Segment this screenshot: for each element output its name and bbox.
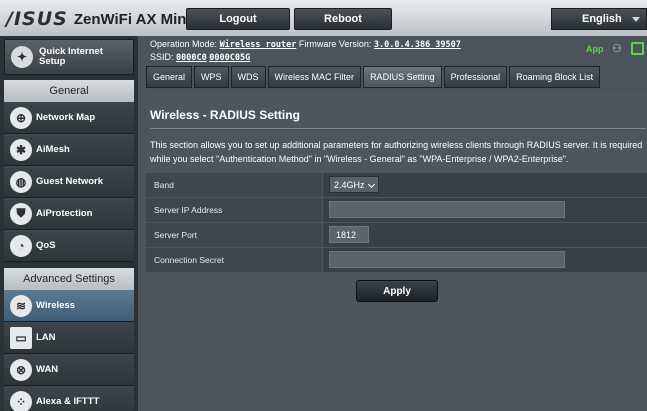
server-port-row: Server Port [146,223,647,248]
tab-radius-setting[interactable]: RADIUS Setting [363,66,442,88]
sidebar-item-aiprotection[interactable]: ⛊ AiProtection [4,198,134,230]
tab-roaming-block-list[interactable]: Roaming Block List [509,66,601,88]
language-label: English [582,13,622,25]
band-label: Band [146,173,322,197]
title-divider [150,128,646,129]
connection-secret-input[interactable] [329,251,565,268]
op-mode-link[interactable]: Wireless router [220,40,297,50]
sidebar-item-lan[interactable]: ▭ LAN [4,322,134,354]
alexa-icon: ⁘ [10,390,32,411]
sidebar: ✦ Quick Internet Setup General ⊕ Network… [0,36,138,411]
server-ip-cell [323,198,647,222]
server-port-cell [323,223,647,247]
radius-settings-panel: Wireless - RADIUS Setting This section a… [146,92,647,411]
firmware-label: Firmware Version: [298,39,372,49]
band-row: Band 2.4GHz [146,173,647,198]
tab-wps[interactable]: WPS [194,66,229,88]
sidebar-item-aimesh[interactable]: ✱ AiMesh [4,134,134,166]
ssid-5g-link[interactable]: 0000C05G [209,53,250,63]
server-port-input[interactable] [329,226,369,243]
network-map-icon: ⊕ [10,106,32,129]
op-mode-label: Operation Mode: [150,39,218,49]
ssid-label: SSID: [150,52,174,62]
app-link[interactable]: App [586,44,604,54]
advanced-section-title: Advanced Settings [4,268,134,290]
monitor-icon: ▭ [10,326,32,349]
logout-button[interactable]: Logout [186,8,290,30]
band-select[interactable]: 2.4GHz [329,176,379,193]
sidebar-item-qos[interactable]: ◔ QoS [4,230,134,262]
user-icon[interactable]: ⚇ [612,43,624,55]
firmware-link[interactable]: 3.0.0.4.386_39507 [374,40,461,50]
wifi-icon: ≋ [10,294,32,317]
globe-icon: ⊗ [10,358,32,381]
shield-icon: ⛊ [10,202,32,225]
sidebar-item-label: WAN [36,364,59,375]
tab-wds[interactable]: WDS [230,66,266,88]
ssid-24g-link[interactable]: 0000C0 [176,53,207,63]
wand-icon: ✦ [11,46,33,68]
connection-secret-cell [323,248,647,272]
tab-general[interactable]: General [146,66,193,88]
connection-secret-label: Connection Secret [146,248,322,272]
sidebar-item-label: Guest Network [36,176,104,187]
top-bar: /ISUS ZenWiFi AX Mini Logout Reboot Engl… [0,0,647,36]
sidebar-item-guest-network[interactable]: ◍ Guest Network [4,166,134,198]
quick-setup-label: Quick Internet Setup [39,46,103,67]
band-value-cell: 2.4GHz [323,173,647,197]
connection-secret-row: Connection Secret [146,248,647,273]
apply-button[interactable]: Apply [356,280,438,302]
page-title: Wireless - RADIUS Setting [150,108,300,122]
sidebar-item-label: Network Map [36,112,96,123]
guest-network-icon: ◍ [10,170,32,193]
sidebar-item-label: Wireless [36,300,75,311]
sidebar-item-network-map[interactable]: ⊕ Network Map [4,102,134,134]
sidebar-item-label: QoS [36,240,56,251]
status-info: Operation Mode: Wireless router Firmware… [150,38,461,64]
page-description: This section allows you to set up additi… [150,140,643,164]
model-name: ZenWiFi AX Mini [73,10,191,28]
tab-wireless-mac-filter[interactable]: Wireless MAC Filter [267,66,362,88]
sidebar-item-wan[interactable]: ⊗ WAN [4,354,134,386]
server-ip-input[interactable] [329,201,565,218]
sidebar-item-label: LAN [36,332,56,343]
sidebar-item-label: Alexa & IFTTT [36,396,100,407]
aimesh-icon: ✱ [10,138,32,161]
language-select[interactable]: English [551,8,647,30]
usb-monitor-icon[interactable] [631,42,644,55]
tab-bar: General WPS WDS Wireless MAC Filter RADI… [146,66,602,88]
general-section-title: General [4,80,134,102]
tab-professional[interactable]: Professional [443,66,508,88]
sidebar-item-label: AiMesh [36,144,70,155]
router-admin-page: /ISUS ZenWiFi AX Mini Logout Reboot Engl… [0,0,647,411]
server-ip-label: Server IP Address [146,198,322,222]
sidebar-item-wireless[interactable]: ≋ Wireless [4,290,134,322]
gauge-icon: ◔ [10,234,32,257]
reboot-button[interactable]: Reboot [294,8,392,30]
sidebar-item-label: AiProtection [36,208,93,219]
brand-logo-text: /ISUS [6,8,68,30]
band-selected-value: 2.4GHz [334,179,365,190]
chevron-down-icon [632,17,640,22]
asus-logo[interactable]: /ISUS ZenWiFi AX Mini [6,8,191,30]
server-ip-row: Server IP Address [146,198,647,223]
quick-internet-setup-button[interactable]: ✦ Quick Internet Setup [4,39,134,75]
main-content: Operation Mode: Wireless router Firmware… [138,36,647,411]
server-port-label: Server Port [146,223,322,247]
chevron-down-icon [367,180,376,189]
sidebar-item-alexa-ifttt[interactable]: ⁘ Alexa & IFTTT [4,386,134,411]
